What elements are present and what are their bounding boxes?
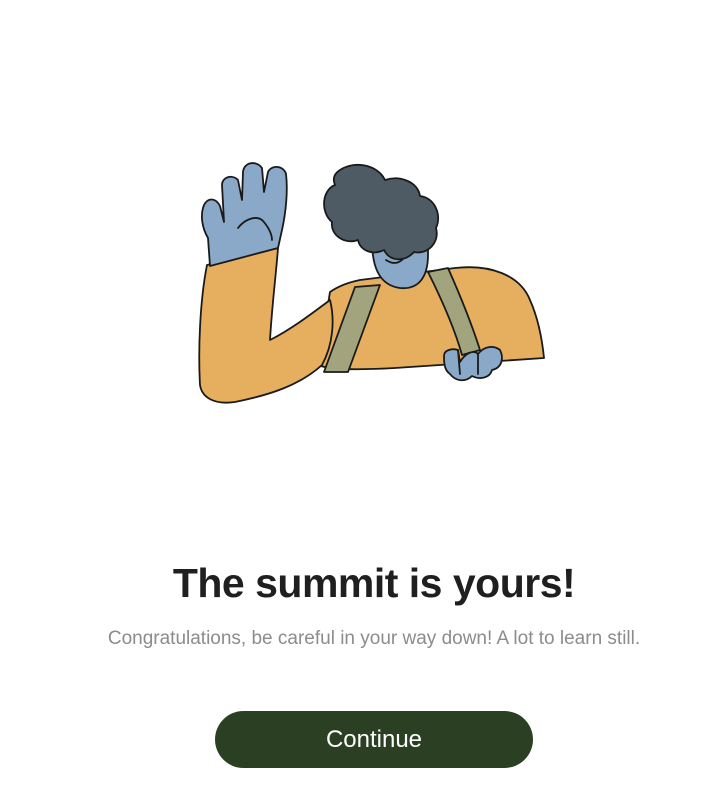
page-title: The summit is yours! (172, 560, 576, 606)
page-subtitle: Congratulations, be careful in your way … (107, 628, 641, 649)
continue-button[interactable]: Continue (215, 711, 533, 768)
completion-screen: The summit is yours! Congratulations, be… (0, 0, 720, 808)
waving-person-illustration (190, 150, 560, 410)
